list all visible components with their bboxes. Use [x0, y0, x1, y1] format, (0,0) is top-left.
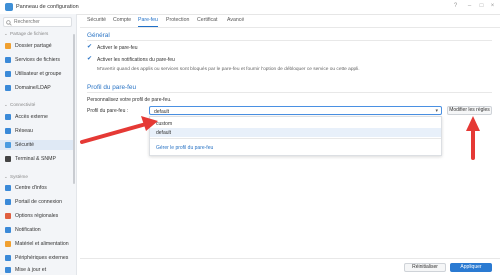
annotation-arrows [80, 116, 480, 160]
red-arrow-to-select [80, 116, 158, 144]
red-arrow-to-edit-rules [466, 116, 480, 160]
